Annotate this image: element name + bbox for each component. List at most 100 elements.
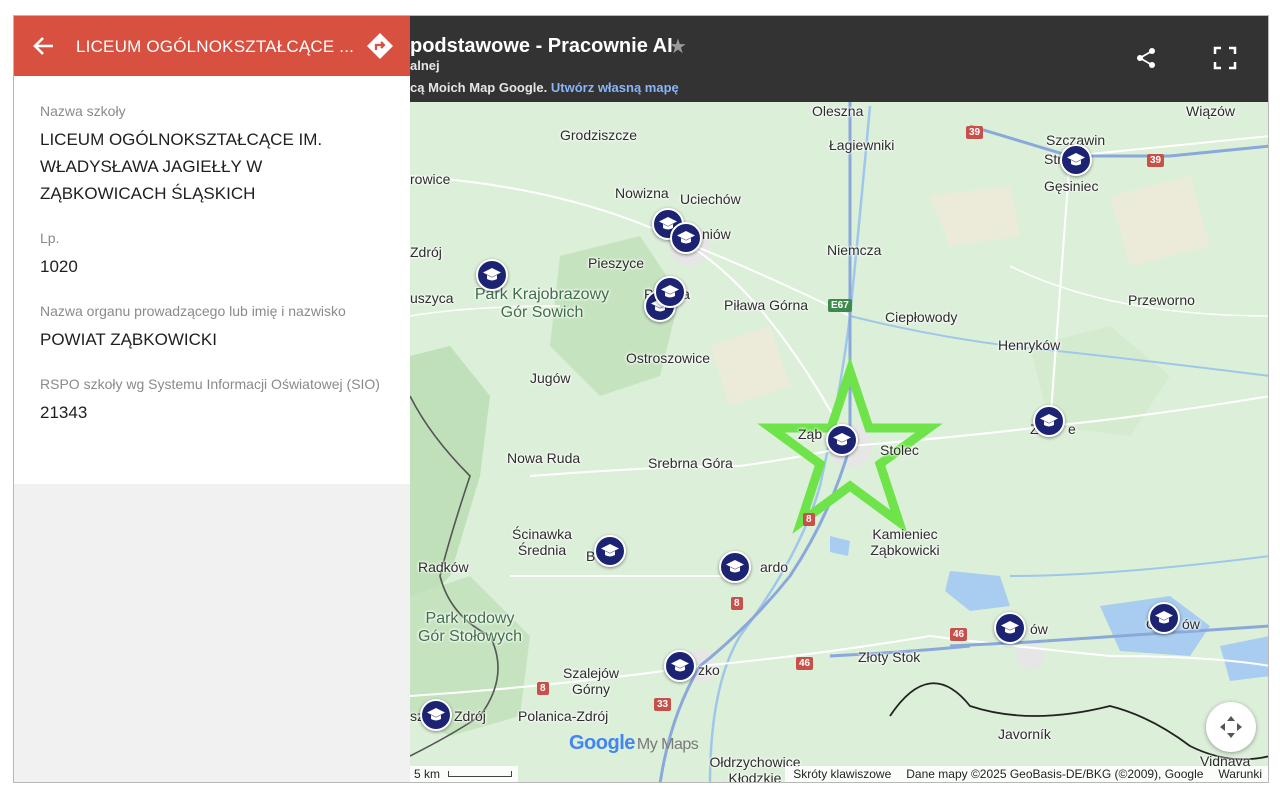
graduation-cap-icon <box>833 433 851 446</box>
place-label: rowice <box>410 171 451 187</box>
place-label: Jugów <box>530 370 571 386</box>
school-pin[interactable] <box>420 699 452 731</box>
recenter-icon <box>1220 716 1242 738</box>
map-canvas[interactable]: Oleszna Wiązów Grodziszcze Łagiewniki Sz… <box>410 16 1268 782</box>
app-frame: Oleszna Wiązów Grodziszcze Łagiewniki Sz… <box>13 15 1269 783</box>
road-shield: 8 <box>537 682 549 695</box>
field-label: Lp. <box>40 230 60 246</box>
school-pin[interactable] <box>1148 602 1180 634</box>
graduation-cap-icon <box>1155 611 1173 624</box>
terms-link[interactable]: Warunki <box>1218 767 1262 781</box>
place-label: Ciepłowody <box>885 309 958 325</box>
place-label: Javorník <box>998 726 1051 742</box>
place-label: Radków <box>418 559 469 575</box>
graduation-cap-icon <box>427 708 445 721</box>
directions-icon <box>367 33 393 59</box>
place-label: zko <box>698 662 720 678</box>
school-pin[interactable] <box>476 259 508 291</box>
school-pin[interactable] <box>1033 405 1065 437</box>
place-label: Niemcza <box>827 242 882 258</box>
place-label: Pieszyce <box>588 255 645 271</box>
graduation-cap-icon <box>677 231 695 244</box>
scale-ruler <box>448 771 513 777</box>
park-label: Park rodowy Gór Stołowych <box>417 610 523 645</box>
place-label: uszyca <box>410 290 454 306</box>
panel-header: LICEUM OGÓLNOKSZTAŁCĄCE ... <box>14 16 410 76</box>
field-label: RSPO szkoły wg Systemu Informacji Oświat… <box>40 376 380 392</box>
place-label: niów <box>702 226 731 242</box>
place-label: Ząb <box>798 426 823 442</box>
notice-text: cą Moich Map Google. <box>410 80 548 95</box>
recenter-button[interactable] <box>1206 702 1256 752</box>
map-attribution: 5 km Skróty klawiszowe Dane mapy ©2025 G… <box>410 764 1268 782</box>
map-subtitle: alnej <box>410 58 440 73</box>
share-icon <box>1137 48 1155 68</box>
map-base <box>410 16 1268 782</box>
create-map-link[interactable]: Utwórz własną mapę <box>551 80 679 95</box>
school-pin-selected[interactable] <box>826 424 858 456</box>
place-label: Zdrój <box>454 708 486 724</box>
school-pin[interactable] <box>670 222 702 254</box>
school-pin[interactable] <box>654 276 686 308</box>
my-maps-notice: cą Moich Map Google. Utwórz własną mapę <box>410 80 679 95</box>
field-value: 21343 <box>40 403 88 422</box>
field-lp: Lp. 1020 <box>40 229 384 280</box>
keyboard-shortcuts-link[interactable]: Skróty klawiszowe <box>793 767 891 781</box>
map-header: podstawowe - Pracownie AI ★ alnej cą Moi… <box>410 16 1268 102</box>
graduation-cap-icon <box>661 285 679 298</box>
google-logo-text: Google <box>569 732 635 754</box>
back-button[interactable] <box>31 33 57 59</box>
place-label: Grodziszcze <box>560 127 638 143</box>
scale-label: 5 km <box>414 767 441 781</box>
place-label: Złoty Stok <box>858 649 921 665</box>
school-pin[interactable] <box>994 612 1026 644</box>
graduation-cap-icon <box>1040 414 1058 427</box>
directions-button[interactable] <box>366 32 394 60</box>
graduation-cap-icon <box>726 560 744 573</box>
place-label: Henryków <box>998 337 1061 353</box>
place-label: e <box>1068 421 1076 437</box>
details-body: Nazwa szkoły LICEUM OGÓLNOKSZTAŁCĄCE IM.… <box>14 76 410 484</box>
place-label: Kamieniec Ząbkowicki <box>870 526 940 558</box>
school-pin[interactable] <box>719 551 751 583</box>
field-label: Nazwa organu prowadzącego lub imię i naz… <box>40 303 346 319</box>
place-label: Szalejów Górny <box>562 665 620 697</box>
road-shield: E67 <box>828 299 852 312</box>
school-pin[interactable] <box>664 650 696 682</box>
road-shield: 46 <box>796 657 814 670</box>
place-label: Piława Górna <box>724 297 809 313</box>
arrow-left-icon <box>33 37 53 55</box>
field-value: POWIAT ZĄBKOWICKI <box>40 330 217 349</box>
details-panel: LICEUM OGÓLNOKSZTAŁCĄCE ... Nazwa szkoły… <box>14 16 410 782</box>
map-title: podstawowe - Pracownie AI <box>410 35 673 57</box>
place-label: Nowa Ruda <box>507 450 581 466</box>
place-label: Przeworno <box>1128 292 1195 308</box>
field-organ: Nazwa organu prowadzącego lub imię i naz… <box>40 302 384 353</box>
graduation-cap-icon <box>483 268 501 281</box>
place-label: ów <box>1182 616 1200 632</box>
star-icon[interactable]: ★ <box>669 34 687 59</box>
graduation-cap-icon <box>1001 621 1019 634</box>
place-label: Nowizna <box>615 185 669 201</box>
road-shield: 46 <box>950 628 968 641</box>
field-value: LICEUM OGÓLNOKSZTAŁCĄCE IM. WŁADYSŁAWA J… <box>40 130 323 203</box>
fullscreen-icon <box>1213 46 1237 70</box>
school-pin[interactable] <box>594 535 626 567</box>
place-label: Ostroszowice <box>626 350 711 366</box>
school-pin[interactable] <box>1060 144 1092 176</box>
share-button[interactable] <box>1132 44 1160 72</box>
graduation-cap-icon <box>671 659 689 672</box>
road-shield: 8 <box>731 597 743 610</box>
road-shield: 33 <box>654 698 672 711</box>
road-shield: 39 <box>1147 154 1165 167</box>
place-label: ardo <box>760 559 789 575</box>
place-label: Łagiewniki <box>829 137 895 153</box>
place-label: Gęsiniec <box>1044 178 1099 194</box>
place-label: Zdrój <box>410 244 442 260</box>
graduation-cap-icon <box>1067 153 1085 166</box>
field-label: Nazwa szkoły <box>40 103 126 119</box>
park-label: Park Krajobrazowy Gór Sowich <box>474 286 610 321</box>
fullscreen-button[interactable] <box>1211 44 1239 72</box>
road-shield: 39 <box>966 126 984 139</box>
place-label: Oleszna <box>812 103 864 119</box>
